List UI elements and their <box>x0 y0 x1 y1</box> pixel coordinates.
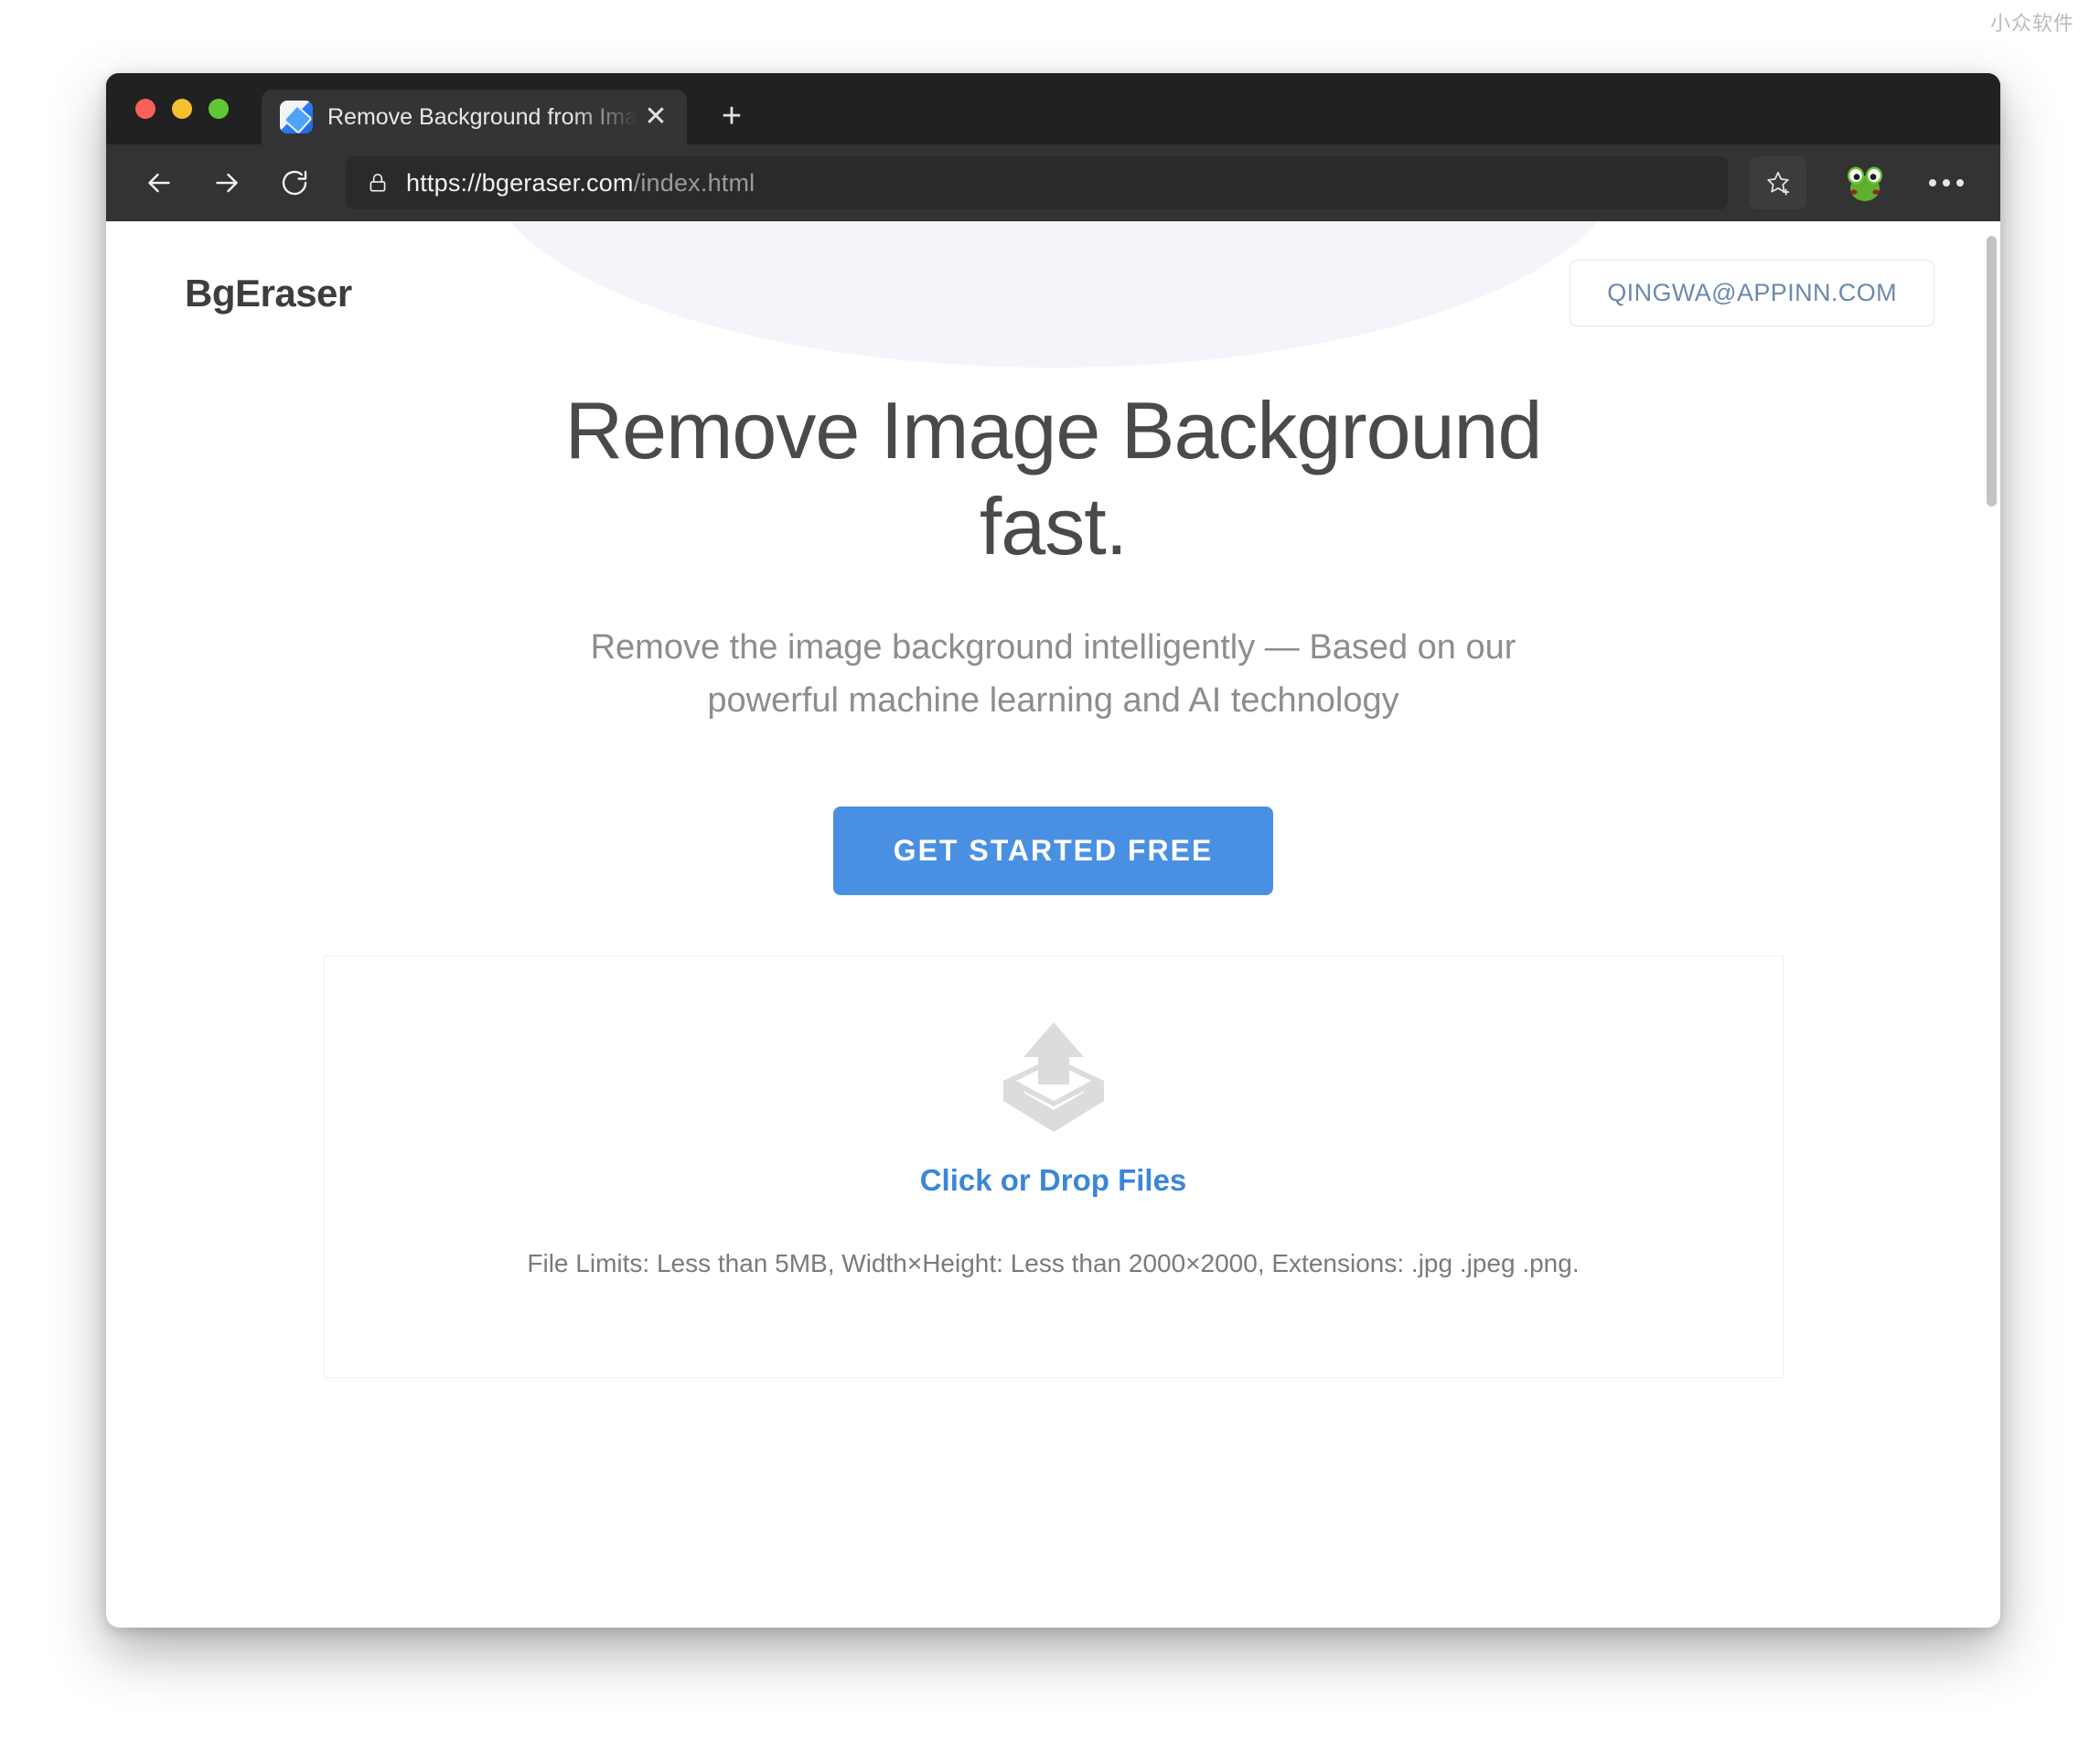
upload-box-icon <box>985 1017 1122 1138</box>
account-email-button[interactable]: QINGWA@APPINN.COM <box>1570 260 1934 326</box>
more-options-icon[interactable] <box>1918 156 1975 209</box>
brand-logo[interactable]: BgEraser <box>185 272 352 315</box>
hero-subtitle: Remove the image background intelligentl… <box>590 628 1516 721</box>
browser-toolbar: https://bgeraser.com/index.html <box>106 144 2000 221</box>
url-path: /index.html <box>633 168 755 197</box>
browser-window: Remove Background from Image ✕ + https:/… <box>106 73 2000 1628</box>
close-icon[interactable]: ✕ <box>638 99 674 135</box>
hero-section: Remove Image Background fast. Remove the… <box>106 326 2000 895</box>
reload-icon[interactable] <box>265 154 324 212</box>
forward-arrow-icon[interactable] <box>198 154 256 212</box>
star-plus-icon[interactable] <box>1750 156 1806 209</box>
url-origin: https://bgeraser.com <box>406 168 634 197</box>
tab-title: Remove Background from Image <box>327 103 638 130</box>
cta-container: GET STARTED FREE <box>106 806 2000 895</box>
eraser-icon <box>280 101 313 134</box>
frog-avatar-icon[interactable] <box>1841 159 1889 207</box>
dropzone-limits: File Limits: Less than 5MB, Width×Height… <box>527 1248 1580 1277</box>
get-started-button[interactable]: GET STARTED FREE <box>832 806 1274 895</box>
url-text: https://bgeraser.com/index.html <box>406 169 755 198</box>
page-viewport: BgEraser QINGWA@APPINN.COM Remove Image … <box>106 221 2000 1628</box>
page-title: Remove Image Background fast. <box>564 385 1543 571</box>
new-tab-button[interactable]: + <box>705 90 758 143</box>
maximize-window-button[interactable] <box>209 99 229 119</box>
file-dropzone[interactable]: Click or Drop Files File Limits: Less th… <box>323 955 1784 1378</box>
lock-icon <box>366 171 395 195</box>
minimize-window-button[interactable] <box>172 99 192 119</box>
back-arrow-icon[interactable] <box>130 154 188 212</box>
dropzone-title[interactable]: Click or Drop Files <box>920 1163 1187 1198</box>
browser-tab[interactable]: Remove Background from Image ✕ <box>262 90 687 144</box>
address-bar[interactable]: https://bgeraser.com/index.html <box>346 156 1728 209</box>
window-controls <box>126 73 236 144</box>
close-window-button[interactable] <box>135 99 155 119</box>
desktop-watermark: 小众软件 <box>1989 13 2074 36</box>
tab-strip: Remove Background from Image ✕ + <box>106 73 2000 144</box>
site-header: BgEraser QINGWA@APPINN.COM <box>106 221 2000 326</box>
